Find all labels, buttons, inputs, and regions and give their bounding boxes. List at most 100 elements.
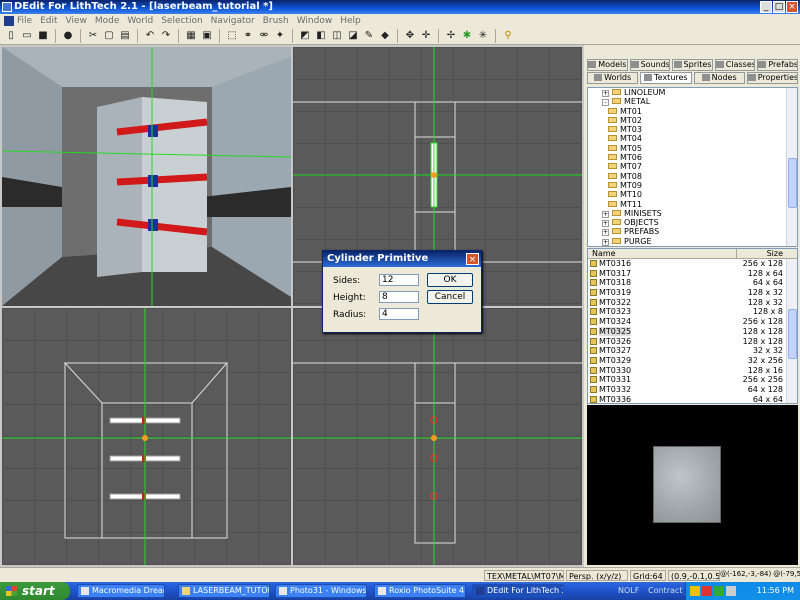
tree-item[interactable]: MT10: [588, 190, 797, 199]
marker-icon[interactable]: ⚲: [501, 29, 515, 43]
tab-prefabs[interactable]: Prefabs: [757, 59, 798, 71]
expand-icon[interactable]: +: [602, 238, 609, 246]
redo-icon[interactable]: ↷: [159, 29, 173, 43]
texture-list-row[interactable]: MT0330 128 x 16: [588, 366, 797, 376]
texture-list-row[interactable]: MT0316 256 x 128: [588, 259, 797, 269]
object-icon[interactable]: ◧: [314, 29, 328, 43]
geometry-icon[interactable]: ◪: [346, 29, 360, 43]
tree-item[interactable]: MT01: [588, 107, 797, 116]
tab-nodes[interactable]: Nodes: [693, 72, 745, 84]
brush-icon[interactable]: ◩: [298, 29, 312, 43]
task-dedit[interactable]: DEdit For LithTech 2....: [472, 584, 564, 598]
front-viewport[interactable]: [2, 308, 291, 565]
zoom-icon[interactable]: ▣: [200, 29, 214, 43]
maximize-button[interactable]: □: [773, 1, 785, 13]
tree-item[interactable]: + MINISETS: [588, 209, 797, 218]
menu-world[interactable]: World: [127, 16, 153, 26]
sides-input[interactable]: 12: [379, 274, 419, 286]
tray-nolf[interactable]: NOLF: [618, 584, 639, 598]
texture-folder-tree[interactable]: + LINOLEUM - METAL MT01 MT02 MT03 MT04 MT05 MT06 M…: [587, 87, 798, 247]
tab-sprites[interactable]: Sprites: [672, 59, 713, 71]
tree-item[interactable]: + OBJECTS: [588, 218, 797, 228]
task-dreamweaver[interactable]: Macromedia Dreamw...: [77, 584, 165, 598]
name-column-header[interactable]: Name: [592, 249, 616, 259]
menu-view[interactable]: View: [66, 16, 87, 26]
texture-list-row[interactable]: MT0329 32 x 256: [588, 356, 797, 366]
tab-worlds[interactable]: Worlds: [587, 72, 639, 84]
patch-icon[interactable]: ◫: [330, 29, 344, 43]
move-icon[interactable]: ✥: [403, 29, 417, 43]
texture-list-row[interactable]: MT0322 128 x 32: [588, 298, 797, 308]
open-icon[interactable]: ▭: [20, 29, 34, 43]
menu-selection[interactable]: Selection: [161, 16, 202, 26]
collapse-icon[interactable]: -: [602, 99, 609, 107]
snap-icon[interactable]: ✳: [476, 29, 490, 43]
tree-item[interactable]: MT02: [588, 116, 797, 125]
expand-icon[interactable]: +: [602, 90, 609, 97]
expand-icon[interactable]: +: [602, 229, 609, 237]
expand-icon[interactable]: +: [602, 220, 609, 228]
texture-list-row[interactable]: MT0323 128 x 8: [588, 307, 797, 317]
new-icon[interactable]: ▯: [4, 29, 18, 43]
texture-list-row[interactable]: MT0336 64 x 64: [588, 395, 797, 403]
texture-list-row[interactable]: MT0327 32 x 32: [588, 346, 797, 356]
perspective-viewport[interactable]: [2, 47, 291, 306]
menu-file[interactable]: File: [17, 16, 32, 26]
tree-item[interactable]: MT04: [588, 134, 797, 143]
tree-item[interactable]: MT11: [588, 200, 797, 209]
tray-antivirus-icon[interactable]: [702, 586, 712, 596]
vertex-icon[interactable]: ◆: [378, 29, 392, 43]
menu-edit[interactable]: Edit: [40, 16, 57, 26]
select-icon[interactable]: ⬚: [225, 29, 239, 43]
texture-list-row[interactable]: MT0324 256 x 128: [588, 317, 797, 327]
tree-item[interactable]: - METAL: [588, 97, 797, 107]
task-laserbeam-folder[interactable]: LASERBEAM_TUTORIAL: [178, 584, 270, 598]
tree-item[interactable]: + LINOLEUM: [588, 88, 797, 97]
cancel-button[interactable]: Cancel: [427, 290, 473, 304]
menu-navigator[interactable]: Navigator: [211, 16, 255, 26]
tree-item[interactable]: MT06: [588, 153, 797, 162]
texture-list-row[interactable]: MT0326 128 x 128: [588, 337, 797, 347]
rotate-icon[interactable]: ✛: [419, 29, 433, 43]
tree-item[interactable]: MT09: [588, 181, 797, 190]
texture-list-row[interactable]: MT0331 256 x 256: [588, 375, 797, 385]
tree-item[interactable]: + PURGE: [588, 237, 797, 246]
expand-icon[interactable]: +: [602, 210, 609, 218]
tree-item[interactable]: + PREFABS: [588, 227, 797, 237]
document-icon[interactable]: [4, 15, 14, 26]
minimize-button[interactable]: _: [760, 1, 772, 13]
menu-brush[interactable]: Brush: [263, 16, 289, 26]
tray-network-icon[interactable]: [714, 586, 724, 596]
center-icon[interactable]: ✢: [444, 29, 458, 43]
tab-textures[interactable]: Textures: [640, 72, 692, 84]
task-roxio[interactable]: Roxio PhotoSuite 4: [374, 584, 466, 598]
radius-input[interactable]: 4: [379, 308, 419, 320]
tree-item[interactable]: MT05: [588, 144, 797, 153]
tray-volume-icon[interactable]: [726, 586, 736, 596]
size-column-header[interactable]: Size: [767, 249, 783, 259]
texture-list-row[interactable]: MT0317 128 x 64: [588, 269, 797, 279]
height-input[interactable]: 8: [379, 291, 419, 303]
texture-list[interactable]: Name Size MT0316 256 x 128 MT0317 128 x 64 M…: [587, 248, 798, 404]
freeze-icon[interactable]: ✦: [273, 29, 287, 43]
menu-mode[interactable]: Mode: [95, 16, 120, 26]
grid-icon[interactable]: ▦: [184, 29, 198, 43]
tree-item[interactable]: MT07: [588, 162, 797, 171]
unlink-icon[interactable]: ⚮: [257, 29, 271, 43]
tab-sounds[interactable]: Sounds: [629, 59, 671, 71]
tray-app-icon[interactable]: [690, 586, 700, 596]
clock[interactable]: 11:56 PM: [757, 582, 794, 600]
tab-properties[interactable]: Properties: [746, 72, 798, 84]
texture-list-row[interactable]: MT0318 64 x 64: [588, 278, 797, 288]
undo-icon[interactable]: ↶: [143, 29, 157, 43]
copy-icon[interactable]: ▢: [102, 29, 116, 43]
ok-button[interactable]: OK: [427, 273, 473, 287]
link-icon[interactable]: ⚭: [241, 29, 255, 43]
texture-list-row[interactable]: MT0325 128 x 128: [588, 326, 797, 337]
task-photo-viewer[interactable]: Photo31 - Windows Pi...: [275, 584, 367, 598]
tab-classes[interactable]: Classes: [714, 59, 756, 71]
close-button[interactable]: ×: [786, 1, 798, 13]
light-icon[interactable]: ✱: [460, 29, 474, 43]
side-viewport[interactable]: [293, 308, 582, 565]
paint-icon[interactable]: ✎: [362, 29, 376, 43]
